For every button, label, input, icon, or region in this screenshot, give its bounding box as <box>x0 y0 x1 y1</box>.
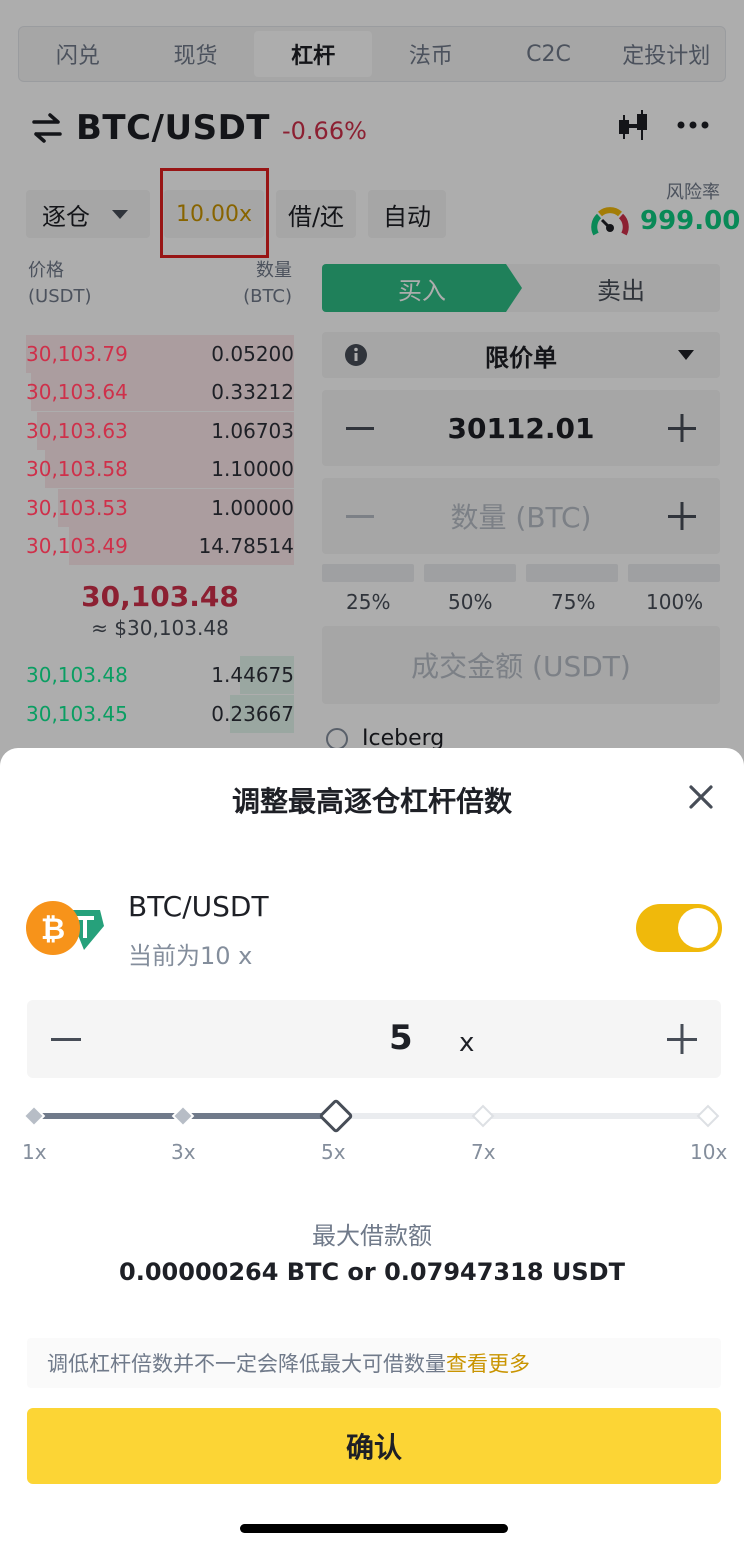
leverage-stepper[interactable]: 5 x <box>27 1000 721 1078</box>
slider-mark-7x <box>471 1104 495 1128</box>
bid-qty: 1.44675 <box>211 663 294 687</box>
sheet-title: 调整最高逐仓杠杆倍数 <box>231 785 512 818</box>
notice-text: 调低杠杆倍数并不一定会降低最大可借数量 <box>47 1352 446 1376</box>
slider-label: 7x <box>471 1140 496 1164</box>
sheet-pair-name: BTC/USDT <box>128 890 269 923</box>
slider-mark-3x <box>171 1104 195 1128</box>
minus-icon[interactable] <box>49 1022 83 1056</box>
ask-qty: 1.06703 <box>211 419 294 443</box>
ask-price: 30,103.63 <box>26 419 128 443</box>
notice-banner: 调低杠杆倍数并不一定会降低最大可借数量 查看更多 <box>27 1338 721 1388</box>
ask-price: 30,103.79 <box>26 342 128 366</box>
ask-qty: 0.33212 <box>211 380 294 404</box>
slider-thumb <box>319 1099 353 1133</box>
slider-label: 5x <box>321 1140 346 1164</box>
bid-qty: 0.23667 <box>211 702 294 726</box>
leverage-unit: x <box>459 1028 475 1058</box>
ask-qty: 14.78514 <box>198 534 294 558</box>
max-borrow-label: 最大借款额 <box>312 1222 432 1250</box>
close-icon[interactable] <box>688 784 714 810</box>
home-indicator <box>240 1524 508 1533</box>
leverage-sheet: 调整最高逐仓杠杆倍数 ₿ BTC/USDT 当前为10 x 5 x 1x 3x … <box>0 748 744 1542</box>
toggle-knob <box>678 908 718 948</box>
ask-price: 30,103.64 <box>26 380 128 404</box>
plus-icon[interactable] <box>665 1022 699 1056</box>
current-leverage: 当前为10 x <box>128 942 253 970</box>
ask-qty: 1.00000 <box>211 496 294 520</box>
slider-label: 3x <box>171 1140 196 1164</box>
slider-label: 1x <box>22 1140 47 1164</box>
ask-price: 30,103.53 <box>26 496 128 520</box>
bid-price: 30,103.48 <box>26 663 128 687</box>
slider-mark-1x <box>22 1104 46 1128</box>
ask-price: 30,103.49 <box>26 534 128 558</box>
learn-more-link[interactable]: 查看更多 <box>446 1348 530 1378</box>
slider-label: 10x <box>690 1140 728 1164</box>
bid-price: 30,103.45 <box>26 702 128 726</box>
leverage-value[interactable]: 5 <box>389 1018 413 1058</box>
slider-mark-10x <box>696 1104 720 1128</box>
leverage-slider[interactable] <box>20 1098 724 1138</box>
ask-price: 30,103.58 <box>26 457 128 481</box>
max-borrow-value: 0.00000264 BTC or 0.07947318 USDT <box>119 1258 625 1286</box>
leverage-toggle[interactable] <box>636 904 722 952</box>
ask-qty: 0.05200 <box>211 342 294 366</box>
btc-usdt-coin-icons: ₿ <box>26 901 104 955</box>
ask-qty: 1.10000 <box>211 457 294 481</box>
confirm-button[interactable]: 确认 <box>27 1408 721 1484</box>
svg-text:₿: ₿ <box>41 912 65 947</box>
